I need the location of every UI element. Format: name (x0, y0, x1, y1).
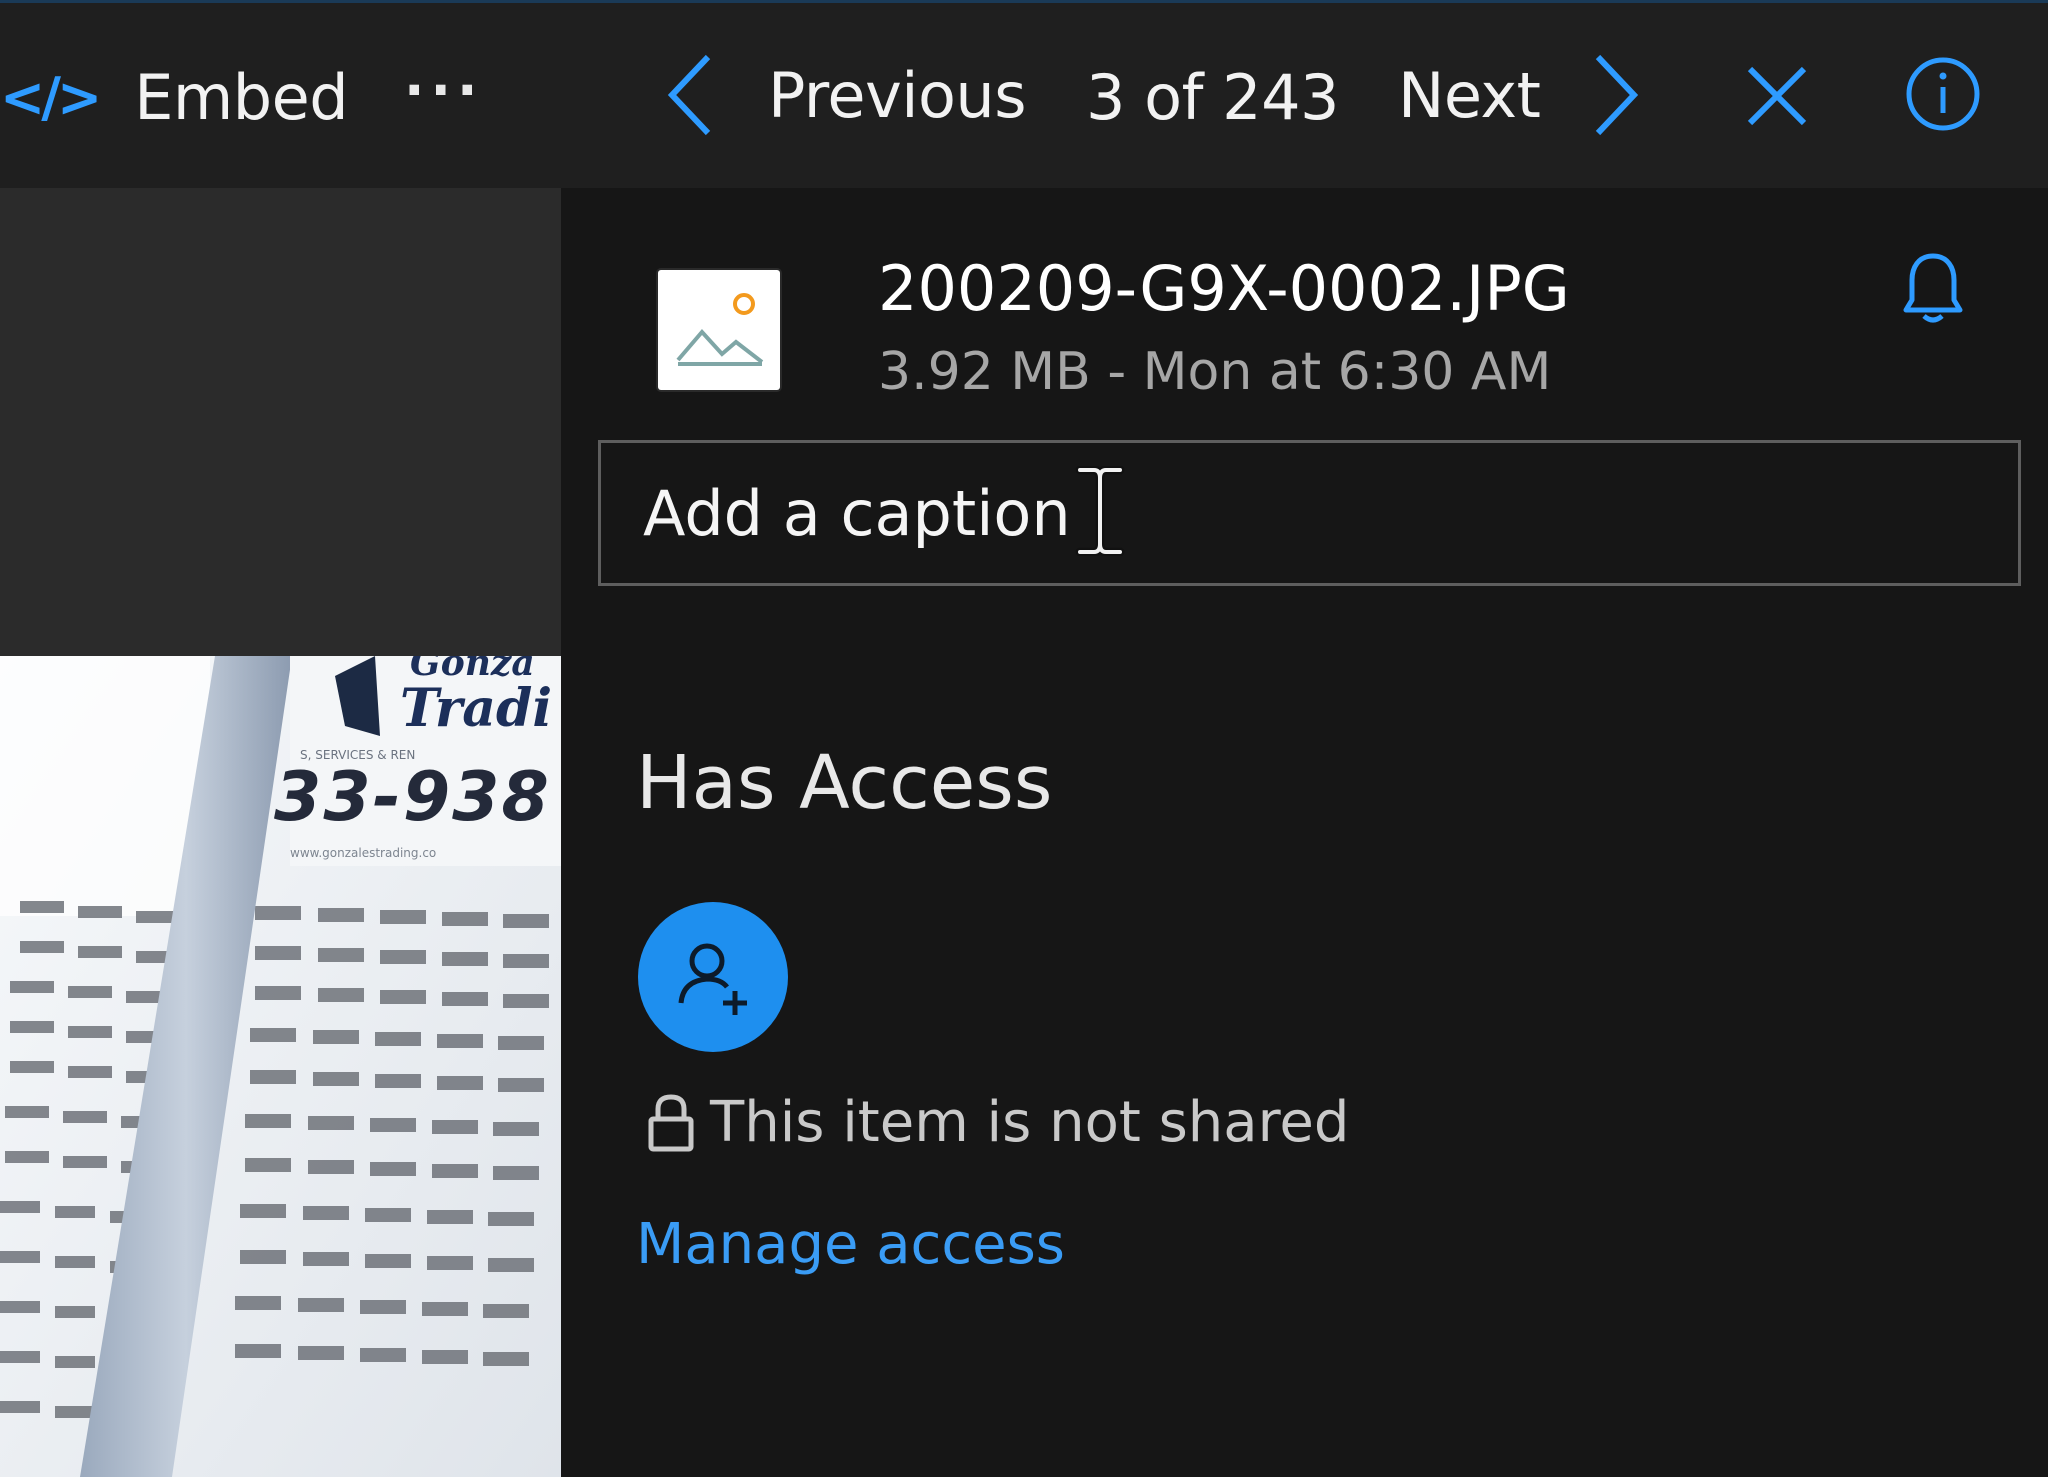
sign-text-line4: 33-938 (274, 758, 551, 837)
text-cursor-icon (1074, 465, 1126, 560)
caption-input[interactable] (641, 443, 2018, 583)
notify-button[interactable] (1902, 250, 1964, 328)
bell-icon (1903, 253, 1963, 323)
add-person-icon (678, 943, 747, 1015)
photo-backdrop (0, 188, 561, 656)
has-access-heading: Has Access (636, 740, 1053, 826)
more-options-button[interactable]: ··· (404, 59, 484, 122)
more-icon: ··· (404, 59, 484, 122)
next-label: Next (1398, 58, 1541, 132)
add-person-button[interactable] (638, 902, 788, 1052)
lock-icon (648, 1093, 694, 1151)
manage-access-link[interactable]: Manage access (636, 1212, 1065, 1277)
position-indicator: 3 of 243 (1086, 61, 1339, 134)
viewer-toolbar: </> Embed ··· Previous 3 of 243 Next (0, 0, 2048, 188)
file-meta: 3.92 MB - Mon at 6:30 AM (878, 342, 1552, 402)
code-icon: </> (0, 66, 102, 129)
photo-preview: Gonza Tradi S, SERVICES & REN 33-938 www… (0, 656, 561, 1477)
embed-label: Embed (134, 61, 349, 134)
close-icon (1747, 66, 1807, 126)
image-file-icon (658, 270, 780, 390)
sharing-status: This item is not shared (648, 1090, 1349, 1155)
sign-text-line2: Tradi (400, 678, 553, 739)
file-name: 200209-G9X-0002.JPG (878, 252, 1570, 325)
sign-text-line5: www.gonzalestrading.co (290, 846, 437, 860)
sharing-status-text: This item is not shared (710, 1090, 1350, 1155)
next-button[interactable]: Next (1398, 53, 1642, 137)
position-text: 3 of 243 (1086, 61, 1339, 134)
chevron-right-icon (1596, 54, 1639, 136)
close-button[interactable] (1744, 63, 1810, 129)
info-button[interactable] (1904, 55, 1982, 133)
chevron-left-icon (667, 54, 711, 136)
caption-field[interactable] (598, 440, 2021, 586)
info-icon (1906, 57, 1980, 131)
previous-label: Previous (768, 58, 1027, 132)
previous-button[interactable]: Previous (664, 53, 1027, 137)
embed-button[interactable]: </> Embed (0, 61, 349, 134)
